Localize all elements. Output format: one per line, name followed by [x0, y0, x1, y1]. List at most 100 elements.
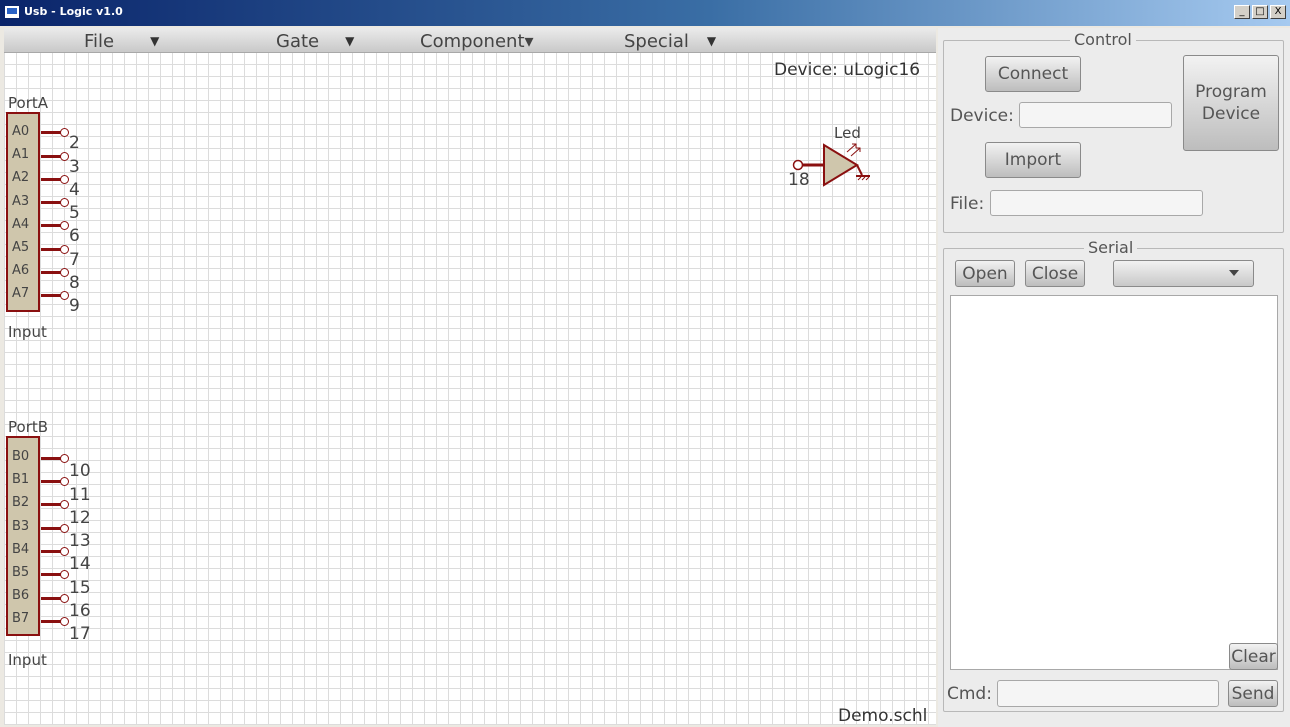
- wire: [41, 201, 61, 204]
- menu-component[interactable]: Component▾: [420, 30, 534, 52]
- pin-number: 14: [69, 554, 91, 574]
- port-a-component[interactable]: A0 A1 A2 A3 A4 A5 A6 A7: [6, 112, 40, 312]
- pin-label: B3: [12, 519, 30, 534]
- menu-gate[interactable]: Gate ▼: [276, 30, 354, 52]
- pin-connector[interactable]: [60, 500, 69, 509]
- pin-label: A1: [12, 147, 30, 162]
- pin-connector[interactable]: [60, 128, 69, 137]
- wire: [41, 503, 61, 506]
- port-b-title: PortB: [8, 418, 49, 436]
- pin-number: 7: [69, 250, 80, 270]
- wire: [41, 131, 61, 134]
- menu-special[interactable]: Special ▼: [624, 30, 716, 52]
- close-button[interactable]: Close: [1025, 260, 1085, 287]
- control-group-title: Control: [1070, 30, 1136, 49]
- pin-number: 15: [69, 578, 91, 598]
- clear-button[interactable]: Clear: [1229, 643, 1278, 670]
- port-b-component[interactable]: B0 B1 B2 B3 B4 B5 B6 B7: [6, 436, 40, 636]
- pin-connector[interactable]: [60, 570, 69, 579]
- window-controls: _ □ X: [1234, 5, 1286, 19]
- menu-file-label: File: [84, 30, 115, 52]
- wire: [41, 620, 61, 623]
- pin-label: A6: [12, 263, 30, 278]
- wire: [41, 457, 61, 460]
- file-field[interactable]: [990, 190, 1203, 216]
- program-device-button[interactable]: Program Device: [1183, 55, 1279, 151]
- pin-connector[interactable]: [60, 454, 69, 463]
- pin-number: 2: [69, 133, 80, 153]
- menu-component-label: Component▾: [420, 30, 534, 52]
- pin-label: A0: [12, 124, 30, 139]
- pin-connector[interactable]: [60, 221, 69, 230]
- pin-connector: [792, 159, 804, 171]
- pin-connector[interactable]: [60, 152, 69, 161]
- minimize-button[interactable]: _: [1234, 5, 1250, 19]
- device-field[interactable]: [1019, 102, 1172, 128]
- chevron-down-icon: ▼: [345, 34, 355, 48]
- menu-file[interactable]: File ▼: [84, 30, 159, 52]
- open-button[interactable]: Open: [955, 260, 1015, 287]
- port-a-footer: Input: [8, 323, 47, 341]
- connect-button[interactable]: Connect: [985, 56, 1081, 92]
- wire: [41, 271, 61, 274]
- port-select[interactable]: [1113, 260, 1254, 287]
- wire: [41, 550, 61, 553]
- app-icon: [4, 5, 20, 19]
- wire: [41, 224, 61, 227]
- pin-connector[interactable]: [60, 547, 69, 556]
- pin-number: 16: [69, 601, 91, 621]
- pin-label: B1: [12, 472, 30, 487]
- pin-number: 5: [69, 203, 80, 223]
- pin-connector[interactable]: [60, 594, 69, 603]
- pin-connector[interactable]: [60, 198, 69, 207]
- pin-connector[interactable]: [60, 291, 69, 300]
- pin-connector[interactable]: [60, 617, 69, 626]
- pin-label: B2: [12, 495, 30, 510]
- pin-number: 13: [69, 531, 91, 551]
- pin-number: 4: [69, 180, 80, 200]
- pin-connector[interactable]: [60, 268, 69, 277]
- close-window-button[interactable]: X: [1270, 5, 1286, 19]
- light-arrows-icon: [846, 143, 861, 157]
- device-label: Device: uLogic16: [774, 60, 921, 80]
- wire: [41, 294, 61, 297]
- pin-connector[interactable]: [60, 477, 69, 486]
- chevron-down-icon: [1229, 270, 1239, 276]
- device-field-label: Device:: [950, 106, 1014, 126]
- chevron-down-icon: ▼: [150, 34, 160, 48]
- wire: [41, 527, 61, 530]
- pin-label: A2: [12, 170, 30, 185]
- maximize-button[interactable]: □: [1252, 5, 1268, 19]
- pin-label: A5: [12, 240, 30, 255]
- serial-group-title: Serial: [1084, 238, 1138, 257]
- pin-label: B5: [12, 565, 30, 580]
- serial-output[interactable]: [950, 295, 1278, 670]
- port-a-title: PortA: [8, 94, 48, 112]
- wire: [41, 178, 61, 181]
- pin-number: 10: [69, 461, 91, 481]
- led-pin-number: 18: [788, 170, 810, 190]
- import-button[interactable]: Import: [985, 142, 1081, 178]
- pin-number: 12: [69, 508, 91, 528]
- pin-label: B7: [12, 611, 30, 626]
- schematic-canvas[interactable]: [4, 28, 936, 725]
- cmd-input[interactable]: [997, 680, 1219, 707]
- pin-connector[interactable]: [60, 524, 69, 533]
- title-bar: Usb - Logic v1.0 _ □ X: [0, 0, 1290, 26]
- send-button[interactable]: Send: [1228, 680, 1278, 707]
- pin-label: B4: [12, 542, 30, 557]
- pin-label: A3: [12, 194, 30, 209]
- wire: [41, 573, 61, 576]
- pin-label: B0: [12, 449, 30, 464]
- pin-connector[interactable]: [60, 245, 69, 254]
- window-title: Usb - Logic v1.0: [24, 5, 123, 18]
- pin-label: A4: [12, 217, 30, 232]
- pin-number: 11: [69, 485, 91, 505]
- menu-special-label: Special: [624, 30, 689, 52]
- pin-number: 8: [69, 273, 80, 293]
- pin-number: 17: [69, 624, 91, 644]
- pin-number: 6: [69, 226, 80, 246]
- pin-label: A7: [12, 286, 30, 301]
- pin-connector[interactable]: [60, 175, 69, 184]
- pin-number: 9: [69, 296, 80, 316]
